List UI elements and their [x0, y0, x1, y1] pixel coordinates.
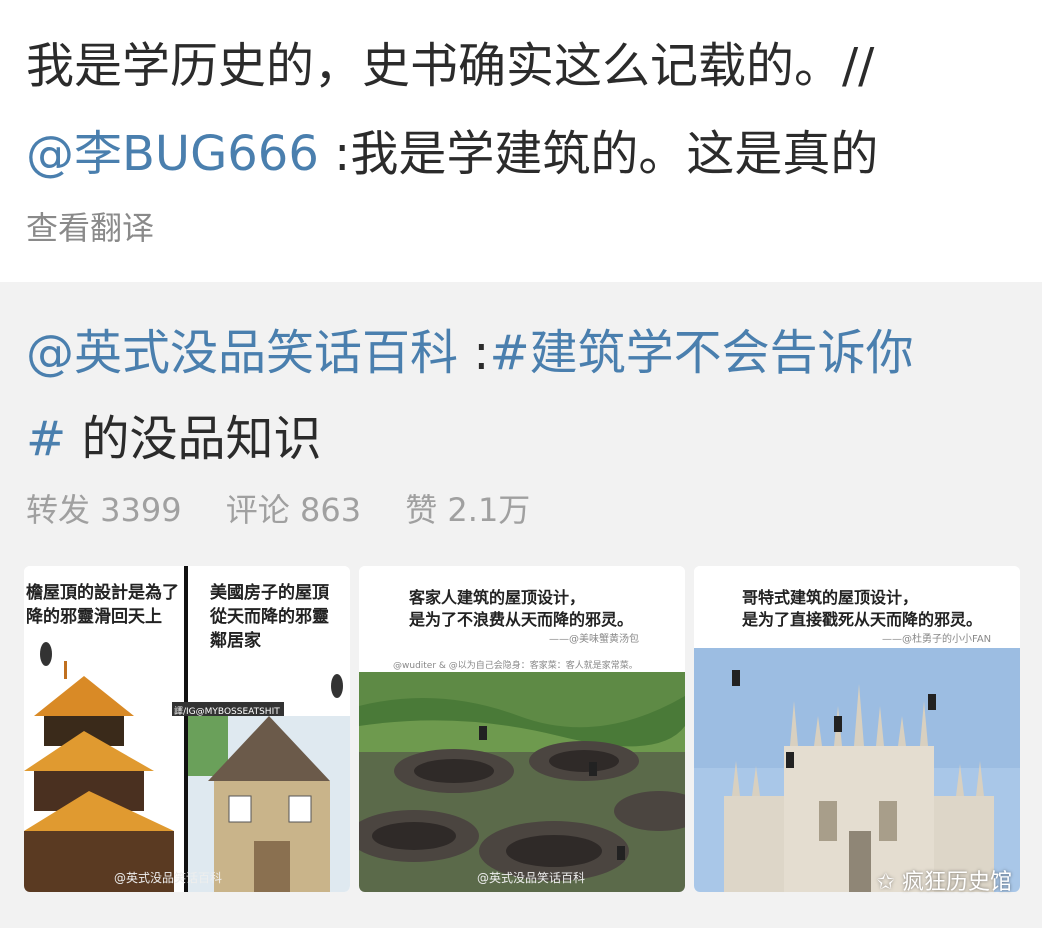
- image1-right-caption-1: 美國房子的屋頂: [210, 583, 329, 603]
- mention-link[interactable]: @李BUG666: [26, 126, 319, 182]
- repost-text-rest: 的没品知识: [66, 411, 322, 467]
- image1-left-caption-2: 降的邪靈滑回天上: [26, 607, 162, 627]
- image3-caption-1: 哥特式建筑的屋顶设计，: [742, 588, 919, 607]
- image2-credit: ——@美味蟹黄汤包: [549, 634, 639, 645]
- image3-caption-2: 是为了直接戳死从天而降的邪灵。: [742, 610, 983, 629]
- image2-caption-1: 客家人建筑的屋顶设计，: [409, 588, 586, 607]
- hashtag-link-end[interactable]: #: [26, 411, 66, 467]
- repost-text-line-2: # 的没品知识: [26, 408, 321, 470]
- repost-count[interactable]: 转发 3399: [26, 491, 182, 529]
- image1-watermark: @英式没品笑话百科: [114, 871, 223, 885]
- image-thumbnail-2[interactable]: 客家人建筑的屋顶设计， 是为了不浪费从天而降的邪灵。 ——@美味蟹黄汤包 @wu…: [359, 566, 685, 892]
- image1-left-caption-1: 檐屋頂的設計是為了: [26, 583, 179, 603]
- post-body: 我是学历史的，史书确实这么记载的。// @李BUG666 :我是学建筑的。这是真…: [0, 0, 1042, 282]
- image2-caption-2: 是为了不浪费从天而降的邪灵。: [409, 610, 634, 629]
- image1-right-caption-2: 從天而降的邪靈: [210, 607, 329, 627]
- image-thumbnail-3[interactable]: 哥特式建筑的屋顶设计， 是为了直接戳死从天而降的邪灵。 ——@杜勇子的小小FAN: [694, 566, 1020, 892]
- image2-sub-caption: @wuditer & @以为自己会隐身：客家菜：客人就是家常菜。: [393, 661, 638, 671]
- footer-watermark: ✩ 疯狂历史馆: [877, 864, 1012, 896]
- image2-watermark: @英式没品笑话百科: [477, 871, 586, 885]
- like-count[interactable]: 赞 2.1万: [405, 491, 530, 529]
- footer-watermark-text: 疯狂历史馆: [901, 870, 1012, 895]
- repost-card[interactable]: @英式没品笑话百科 :#建筑学不会告诉你 # 的没品知识 转发 3399 评论 …: [0, 282, 1042, 928]
- post-text-line-1: 我是学历史的，史书确实这么记载的。//: [26, 38, 875, 94]
- repost-colon: :: [458, 325, 490, 381]
- repost-author-link[interactable]: @英式没品笑话百科: [26, 325, 458, 381]
- post-text-continuation: :我是学建筑的。这是真的: [318, 126, 879, 182]
- image1-right-caption-3: 鄰居家: [210, 631, 261, 651]
- image-thumbnail-1[interactable]: 檐屋頂的設計是為了 降的邪靈滑回天上 美國房子的屋頂 從天而降的邪靈 鄰居家 譯…: [24, 566, 350, 892]
- image3-credit: ——@杜勇子的小小FAN: [882, 634, 992, 645]
- star-icon: ✩: [876, 870, 895, 895]
- translate-link[interactable]: 查看翻译: [26, 206, 154, 250]
- hashtag-link[interactable]: #建筑学不会告诉你: [489, 325, 913, 381]
- comment-count[interactable]: 评论 863: [226, 491, 361, 529]
- post-text-line-2: @李BUG666 :我是学建筑的。这是真的: [26, 124, 878, 184]
- repost-text-line-1: @英式没品笑话百科 :#建筑学不会告诉你: [26, 322, 914, 384]
- image-grid: 檐屋頂的設計是為了 降的邪靈滑回天上 美國房子的屋頂 從天而降的邪靈 鄰居家 譯…: [24, 566, 1020, 892]
- image1-credit: 譯/IG@MYBOSSEATSHIT: [174, 707, 280, 717]
- repost-stats: 转发 3399 评论 863 赞 2.1万: [26, 488, 564, 532]
